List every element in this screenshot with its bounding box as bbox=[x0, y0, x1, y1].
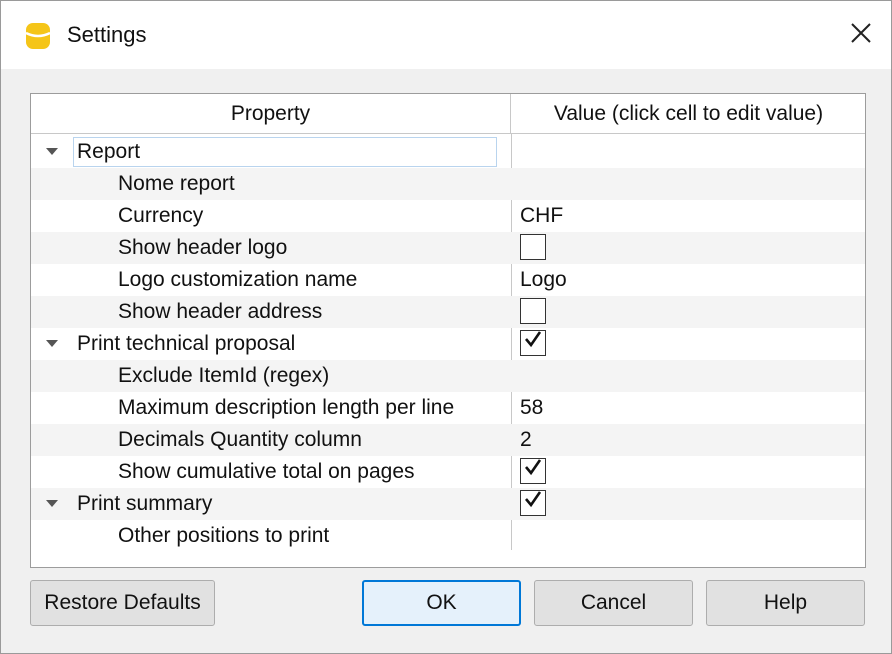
value-checkbox[interactable] bbox=[520, 458, 546, 484]
tree-row[interactable]: Other positions to print bbox=[31, 520, 865, 552]
property-cell[interactable]: Exclude ItemId (regex) bbox=[31, 360, 511, 392]
settings-tree[interactable]: Property Value (click cell to edit value… bbox=[30, 93, 866, 568]
value-cell[interactable] bbox=[520, 168, 860, 200]
property-cell[interactable]: Logo customization name bbox=[31, 264, 511, 296]
property-label: Nome report bbox=[118, 172, 235, 195]
value-cell[interactable] bbox=[520, 456, 860, 488]
checkmark-icon bbox=[523, 327, 543, 359]
tree-row[interactable]: Decimals Quantity column 2 bbox=[31, 424, 865, 456]
property-cell[interactable]: Show header address bbox=[31, 296, 511, 328]
value-checkbox[interactable] bbox=[520, 234, 546, 260]
tree-row[interactable]: Nome report bbox=[31, 168, 865, 200]
tree-row[interactable]: Maximum description length per line 58 bbox=[31, 392, 865, 424]
tree-row[interactable]: Show header address bbox=[31, 296, 865, 328]
tree-rows: Report Nome report Currency CHF Show header … bbox=[31, 136, 865, 552]
tree-row[interactable]: Report bbox=[31, 136, 865, 168]
tree-row[interactable]: Currency CHF bbox=[31, 200, 865, 232]
column-header-value[interactable]: Value (click cell to edit value) bbox=[512, 94, 865, 133]
window-title: Settings bbox=[67, 22, 147, 47]
column-header-property[interactable]: Property bbox=[31, 94, 511, 133]
database-icon bbox=[25, 21, 51, 51]
restore-defaults-button[interactable]: Restore Defaults bbox=[30, 580, 215, 626]
title-bar: Settings bbox=[1, 1, 891, 69]
checkmark-icon bbox=[523, 455, 543, 487]
tree-row[interactable]: Show header logo bbox=[31, 232, 865, 264]
value-cell[interactable]: 2 bbox=[520, 424, 860, 456]
property-cell[interactable]: Print summary bbox=[31, 488, 511, 520]
property-label: Show cumulative total on pages bbox=[118, 460, 415, 483]
value-cell[interactable] bbox=[520, 360, 860, 392]
tree-header: Property Value (click cell to edit value… bbox=[31, 94, 865, 134]
property-cell[interactable]: Show header logo bbox=[31, 232, 511, 264]
ok-button[interactable]: OK bbox=[362, 580, 521, 626]
property-label: Currency bbox=[118, 204, 204, 227]
triangle-down-icon[interactable] bbox=[46, 148, 58, 155]
close-icon bbox=[850, 22, 872, 49]
value-text: 2 bbox=[520, 428, 532, 451]
property-cell[interactable]: Currency bbox=[31, 200, 511, 232]
property-label: Maximum description length per line bbox=[118, 396, 455, 419]
property-label: Show header address bbox=[118, 300, 323, 323]
value-cell[interactable]: CHF bbox=[520, 200, 860, 232]
help-button[interactable]: Help bbox=[706, 580, 865, 626]
property-cell[interactable]: Nome report bbox=[31, 168, 511, 200]
triangle-down-icon[interactable] bbox=[46, 340, 58, 347]
property-cell[interactable]: Show cumulative total on pages bbox=[31, 456, 511, 488]
property-cell[interactable]: Print technical proposal bbox=[31, 328, 511, 360]
value-checkbox[interactable] bbox=[520, 298, 546, 324]
value-checkbox[interactable] bbox=[520, 330, 546, 356]
property-cell[interactable]: Other positions to print bbox=[31, 520, 511, 552]
value-text: CHF bbox=[520, 204, 564, 227]
property-label: Exclude ItemId (regex) bbox=[118, 364, 330, 387]
close-button[interactable] bbox=[831, 1, 891, 69]
value-cell[interactable]: Logo bbox=[520, 264, 860, 296]
value-cell[interactable] bbox=[520, 136, 860, 168]
property-label: Decimals Quantity column bbox=[118, 428, 362, 451]
tree-row[interactable]: Logo customization name Logo bbox=[31, 264, 865, 296]
property-cell[interactable]: Decimals Quantity column bbox=[31, 424, 511, 456]
checkmark-icon bbox=[523, 487, 543, 519]
property-label: Print summary bbox=[77, 492, 213, 515]
value-cell[interactable] bbox=[520, 328, 860, 360]
value-cell[interactable] bbox=[520, 232, 860, 264]
value-cell[interactable] bbox=[520, 296, 860, 328]
value-checkbox[interactable] bbox=[520, 490, 546, 516]
value-text: 58 bbox=[520, 396, 544, 419]
value-cell[interactable] bbox=[520, 520, 860, 552]
value-text: Logo bbox=[520, 268, 567, 291]
cancel-button[interactable]: Cancel bbox=[534, 580, 693, 626]
property-label: Other positions to print bbox=[118, 524, 330, 547]
settings-dialog: Settings Property Value (click cell to e… bbox=[0, 0, 892, 654]
value-cell[interactable]: 58 bbox=[520, 392, 860, 424]
property-label: Print technical proposal bbox=[77, 332, 296, 355]
triangle-down-icon[interactable] bbox=[46, 500, 58, 507]
tree-row[interactable]: Print summary bbox=[31, 488, 865, 520]
tree-row[interactable]: Print technical proposal bbox=[31, 328, 865, 360]
property-label: Logo customization name bbox=[118, 268, 358, 291]
property-cell[interactable]: Report bbox=[31, 136, 511, 168]
property-cell[interactable]: Maximum description length per line bbox=[31, 392, 511, 424]
tree-row[interactable]: Show cumulative total on pages bbox=[31, 456, 865, 488]
tree-row[interactable]: Exclude ItemId (regex) bbox=[31, 360, 865, 392]
value-cell[interactable] bbox=[520, 488, 860, 520]
property-label: Report bbox=[73, 137, 498, 167]
property-label: Show header logo bbox=[118, 236, 288, 259]
